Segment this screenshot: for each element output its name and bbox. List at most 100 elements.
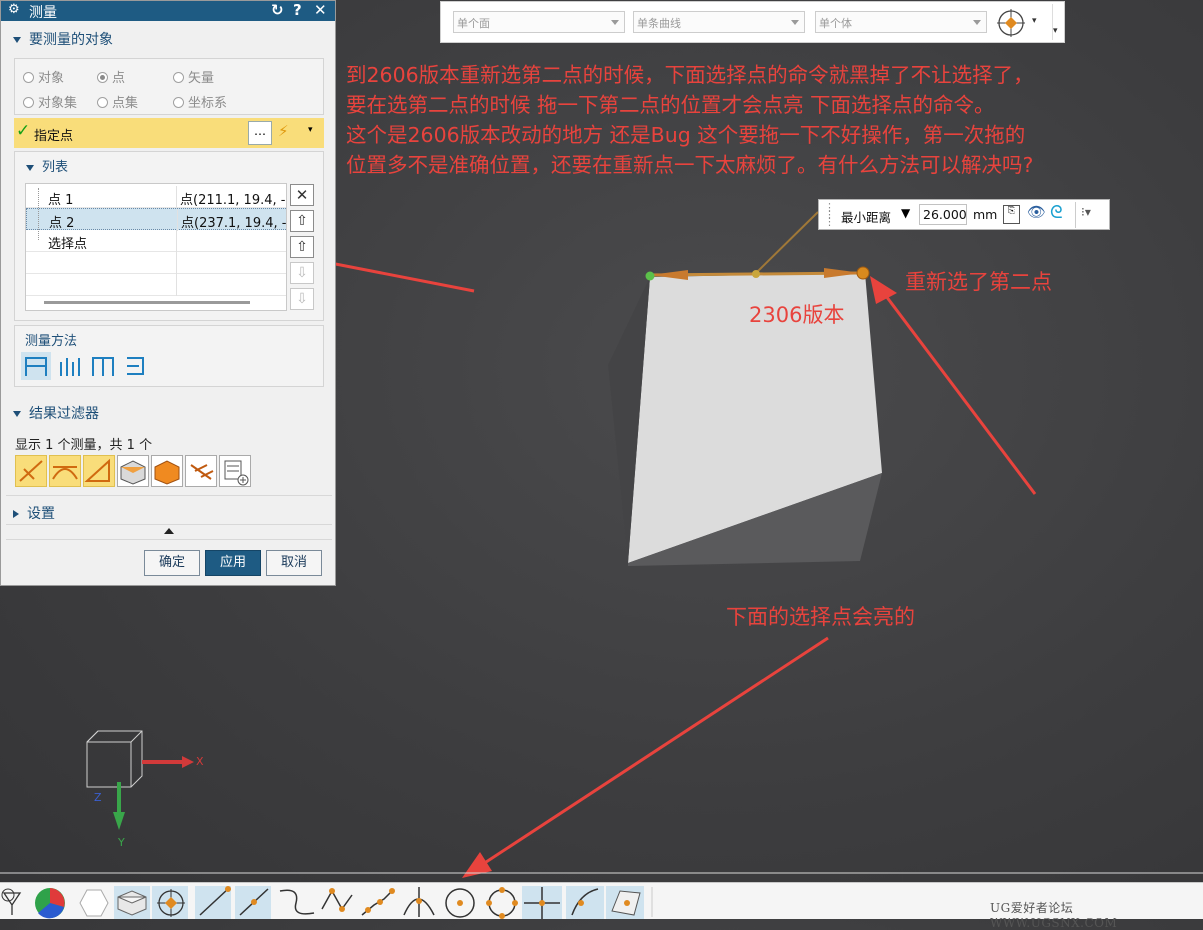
measure-method-label: 测量方法: [25, 334, 78, 349]
drag-handle-icon[interactable]: ⋮ ⋮ ⋮: [824, 202, 835, 227]
point-snap-icon[interactable]: ⚡: [278, 122, 289, 140]
show-icon[interactable]: 👁: [1027, 203, 1046, 221]
point-dialog-button[interactable]: …: [248, 121, 272, 145]
note-line: 这个是2606版本改动的地方 还是Bug 这个要拖一下不好操作，第一次拖的: [346, 123, 1026, 147]
divider: [6, 495, 332, 496]
point-2-marker: [856, 266, 870, 280]
section-objects-header[interactable]: 要测量的对象: [13, 29, 113, 49]
measure-method-icons[interactable]: [21, 352, 151, 382]
measure-method-group: 测量方法: [14, 325, 324, 387]
note-line: 到2606版本重新选第二点的时候，下面选择点的命令就黑掉了不让选择了，: [346, 63, 1034, 87]
body-select-icon[interactable]: [114, 886, 150, 919]
snap-point-toggle-icon[interactable]: [152, 886, 188, 919]
specify-point-row[interactable]: ✓ 指定点 … ⚡ ▾: [14, 118, 324, 148]
control-point-icon[interactable]: [278, 886, 314, 919]
point-snap-dropdown-icon[interactable]: ▾: [308, 125, 313, 135]
list-header[interactable]: 列表: [26, 156, 68, 175]
body-filter-dropdown[interactable]: 单个体: [815, 11, 987, 33]
collapse-icon: [13, 411, 21, 417]
list-item-name: 点 2: [49, 216, 75, 231]
triad-z-label: Z: [94, 791, 102, 804]
specify-point-label: 指定点: [34, 129, 74, 144]
bottom-toolbar: UG爱好者论坛 WWW.UGSNX.COM: [0, 882, 1203, 930]
triad-x-label: X: [196, 755, 204, 768]
point-on-curve-icon[interactable]: [360, 886, 396, 919]
radio-label: 对象集: [38, 96, 78, 111]
watermark: UG爱好者论坛 WWW.UGSNX.COM: [990, 901, 1118, 930]
triad-y-label: Y: [118, 836, 125, 849]
radio-object-set[interactable]: 对象集: [23, 92, 77, 111]
mid-point-icon[interactable]: [235, 886, 271, 919]
snap-dropdown-icon[interactable]: ▾: [1032, 16, 1037, 26]
polygon-filter-icon[interactable]: [75, 886, 111, 919]
list-item[interactable]: 选择点: [26, 230, 286, 252]
note-line: 位置多不是准确位置，还要在重新点一下太麻烦了。有什么方法可以解决吗?: [346, 153, 1034, 177]
measure-list: 点 1 点(211.1, 19.4, -8 点 2 点(237.1, 19.4,…: [25, 183, 287, 311]
reselected-label: 重新选了第二点: [905, 270, 1052, 294]
collapse-more-icon[interactable]: [164, 528, 174, 534]
reset-icon[interactable]: ↻: [271, 1, 284, 19]
face-filter-dropdown[interactable]: 单个面: [453, 11, 625, 33]
radio-vector[interactable]: 矢量: [173, 67, 214, 86]
radio-label: 矢量: [188, 71, 215, 86]
settings-header[interactable]: 设置: [13, 503, 55, 523]
help-icon[interactable]: ?: [293, 1, 302, 19]
quadrant-point-icon[interactable]: [484, 886, 520, 919]
version-label: 2306版本: [749, 303, 845, 327]
move-up-icon[interactable]: ⇧: [290, 210, 314, 232]
remove-icon[interactable]: ✕: [290, 184, 314, 206]
move-down-icon[interactable]: ⇩: [290, 262, 314, 284]
horizontal-scrollbar[interactable]: [44, 301, 250, 304]
select-point-icon[interactable]: [522, 886, 558, 919]
object-type-group: 对象 点 矢量 对象集 点集 坐标系: [14, 58, 324, 115]
radio-label: 坐标系: [188, 96, 228, 111]
measure-value-field[interactable]: 26.000: [919, 204, 967, 225]
radio-point[interactable]: 点: [97, 67, 125, 86]
selbar-more-icon[interactable]: ▾: [1053, 26, 1058, 36]
cancel-button[interactable]: 取消: [266, 550, 322, 576]
snap-point-icon[interactable]: [996, 9, 1030, 37]
measure-type-label[interactable]: 最小距离: [841, 207, 891, 226]
radio-label: 对象: [38, 71, 65, 86]
tree-line: [38, 188, 40, 240]
widget-divider: [1075, 202, 1076, 228]
color-filter-icon[interactable]: [34, 886, 70, 919]
dialog-titlebar: ⚙ 测量 ↻ ? ✕: [1, 1, 335, 21]
copy-icon[interactable]: ⎘: [1003, 205, 1020, 224]
radio-circle: [97, 97, 108, 108]
end-point-icon[interactable]: [195, 886, 231, 919]
intersection-point-icon[interactable]: [320, 886, 356, 919]
radio-circle: [23, 97, 34, 108]
list-item-name: 选择点: [48, 237, 88, 252]
apply-button[interactable]: 应用: [205, 550, 261, 576]
face-point-icon[interactable]: [606, 886, 642, 919]
ok-button[interactable]: 确定: [144, 550, 200, 576]
move-bottom-icon[interactable]: ⇩: [290, 288, 314, 310]
radio-csys[interactable]: 坐标系: [173, 92, 227, 111]
axis-triad: [86, 730, 194, 830]
existing-point-icon[interactable]: [402, 886, 438, 919]
arc-center-icon[interactable]: [442, 886, 478, 919]
close-icon[interactable]: ✕: [314, 1, 327, 19]
list-item-selected[interactable]: 点 2 点(237.1, 19.4, -8: [26, 208, 287, 231]
list-item-name: 点 1: [48, 193, 74, 208]
curve-point-icon[interactable]: [566, 886, 602, 919]
measure-unit-label: mm: [973, 207, 998, 222]
list-item[interactable]: 点 1 点(211.1, 19.4, -8: [26, 186, 286, 208]
radio-object[interactable]: 对象: [23, 67, 64, 86]
select-filter-icon[interactable]: [0, 886, 36, 919]
move-top-icon[interactable]: ⇧: [290, 236, 314, 258]
curve-filter-dropdown[interactable]: 单条曲线: [633, 11, 805, 33]
point-1-marker: [645, 271, 655, 281]
widget-more-icon[interactable]: ⁝▾: [1081, 205, 1091, 219]
body-filter-value: 单个体: [819, 17, 852, 30]
result-filter-header[interactable]: 结果过滤器: [13, 403, 99, 423]
collapse-icon: [26, 164, 34, 171]
radio-label: 点集: [112, 96, 139, 111]
section-objects-label: 要测量的对象: [29, 32, 113, 48]
radio-point-set[interactable]: 点集: [97, 92, 138, 111]
associative-icon[interactable]: ᘓ: [1050, 202, 1063, 223]
main-note: 到2606版本重新选第二点的时候，下面选择点的命令就黑掉了不让选择了， 要在选第…: [346, 60, 1034, 180]
measure-type-dropdown-icon[interactable]: ▼: [901, 206, 910, 220]
list-item-value: 点(237.1, 19.4, -8: [181, 216, 287, 231]
